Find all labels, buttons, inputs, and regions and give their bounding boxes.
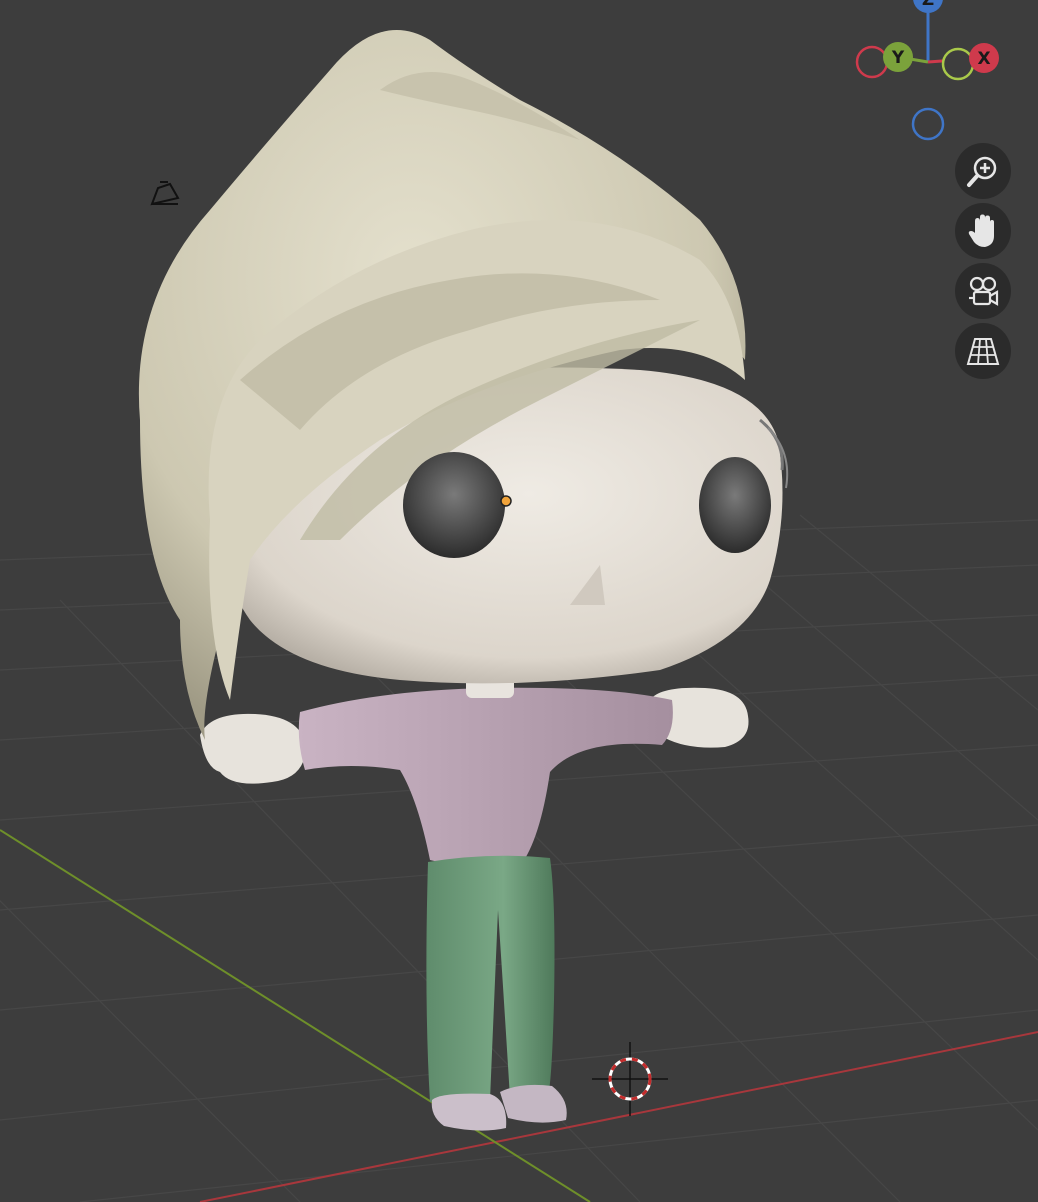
zoom-in-icon: [967, 156, 997, 187]
zoom-button[interactable]: [955, 143, 1011, 199]
3d-cursor[interactable]: [592, 1042, 668, 1116]
light-icon[interactable]: [148, 178, 182, 210]
x-axis-handle[interactable]: X: [969, 43, 999, 73]
right-eye: [699, 457, 771, 553]
perspective-toggle-button[interactable]: [955, 323, 1011, 379]
svg-text:Y: Y: [891, 48, 905, 68]
neg-x-handle[interactable]: [855, 45, 889, 79]
camera-view-button[interactable]: [955, 263, 1011, 319]
pan-button[interactable]: [955, 203, 1011, 259]
neg-y-handle[interactable]: [941, 47, 975, 81]
navigation-gizmo[interactable]: Y X Z: [850, 0, 1010, 145]
neg-z-handle[interactable]: [911, 107, 945, 141]
svg-text:Z: Z: [922, 0, 934, 10]
object-origin: [500, 495, 512, 507]
character-model[interactable]: [138, 30, 789, 1131]
z-axis-handle[interactable]: Z: [913, 0, 943, 13]
camera-icon: [969, 276, 999, 306]
hand-icon: [968, 214, 994, 247]
x-axis-line: [199, 1031, 1038, 1202]
3d-viewport[interactable]: Y X Z: [0, 0, 1038, 1202]
svg-text:X: X: [977, 49, 990, 69]
y-axis-handle[interactable]: Y: [883, 42, 913, 72]
grid-perspective-icon: [966, 338, 1000, 365]
left-eye: [403, 452, 505, 558]
